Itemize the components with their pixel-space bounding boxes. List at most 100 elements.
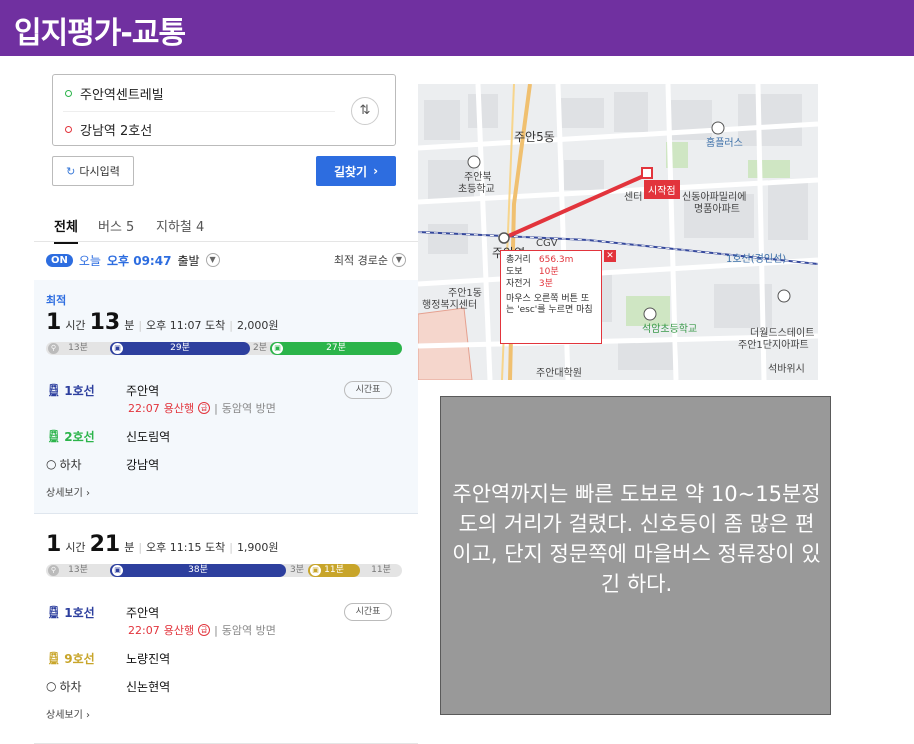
tab-subway[interactable]: 지하철 4 [156,216,204,235]
route-input-box: 주안역센트레빌 강남역 2호선 ⇅ [52,74,396,146]
line9-segment: ▣ 11분 [308,564,360,577]
segment-label: 11분 [371,565,391,575]
segment-label: 3분 [289,565,304,575]
leg-exit: ○ 하차 신논현역 [46,676,406,696]
leg-line9: 🚆︎ 9호선 노량진역 [46,648,406,668]
walk-icon: ⚲ [48,565,59,576]
best-badge: 최적 [46,294,67,307]
walk-segment: ⚲ 13분 [46,564,110,577]
info-key: 총거리 [506,255,531,265]
duration-minutes: 21 [89,532,121,557]
line-name: 2호선 [64,429,95,444]
leg-subinfo: 22:07 용산행 급 | 동암역 방면 [128,400,276,416]
route-search-panel: 주안역센트레빌 강남역 2호선 ⇅ ↻ 다시입력 길찾기 › 전체 버스 5 지… [34,64,418,744]
info-row-total: 총거리 656.3m [506,254,596,266]
line2-segment: ▣ 27분 [270,342,402,355]
time-bar: ⚲ 13분 ▣ 38분 3분 ▣ 11분 11분 [46,564,402,577]
hours-unit: 시간 [65,319,86,332]
note-box: 주안역까지는 빠른 도보로 약 10~15분정도의 거리가 걸렸다. 신호등이 … [440,396,831,715]
separator: | [229,541,233,554]
fare: 2,000원 [236,319,279,332]
train-icon: 🚆︎ [46,605,62,619]
route-card-2[interactable]: 1 시간 21 분 | 오후 11:15 도착 | 1,900원 ⚲ 13분 ▣ 3… [34,524,418,744]
start-point-tag: 시작점 [644,180,680,199]
detail-link[interactable]: 상세보기 › [46,706,90,721]
train-icon: 🚆︎ [46,651,62,665]
detail-label: 상세보기 [46,710,83,721]
info-row-bike: 자전거 3분 [506,278,596,290]
map-view[interactable]: 주안5동 홈플러스 주안북 초등학교 신동아파밀리에 명품아파트 센터 CGV … [418,84,818,380]
segment-label: 38분 [188,565,208,575]
route-summary: 1 시간 21 분 | 오후 11:15 도착 | 1,900원 [46,532,279,557]
map-label-school2: 석암초등학교 [642,324,698,335]
leg-line2: 🚆︎ 2호선 신도림역 [46,426,406,446]
chevron-right-icon: › [373,164,379,178]
sub-time: 22:07 [128,623,160,637]
timetable-button[interactable]: 시간표 [344,603,392,621]
find-route-button[interactable]: 길찾기 › [316,156,396,186]
origin-dot-icon [65,89,72,97]
tab-bus[interactable]: 버스 5 [98,216,134,235]
detail-link[interactable]: 상세보기 › [46,484,90,499]
sub-direction: 용산행 [163,624,195,637]
map-label-apt2b: 주안1단지아파트 [738,340,809,351]
departure-today: 오늘 [78,253,101,268]
train-icon: ▣ [272,343,283,354]
map-label-center-b: 행정복지센터 [422,300,478,311]
info-value: 656.3m [538,255,574,265]
station-name: 강남역 [126,457,160,472]
info-value: 10분 [538,267,559,277]
departure-time[interactable]: 오후 09:47 [107,252,171,269]
walk-segment: 3분 [286,564,308,577]
leg-line-label: ○ 하차 [46,456,126,473]
departure-suffix: 출발 [177,253,200,268]
separator: | [214,401,218,415]
leg-subinfo: 22:07 용산행 급 | 동암역 방면 [128,622,276,638]
leg-line-label: 🚆︎ 1호선 [46,604,126,621]
sub-direction: 용산행 [163,402,195,415]
tab-all[interactable]: 전체 [54,216,78,244]
timetable-button[interactable]: 시간표 [344,381,392,399]
reset-button[interactable]: ↻ 다시입력 [52,156,134,186]
leg-line-label: ○ 하차 [46,678,126,695]
destination-field[interactable]: 강남역 2호선 [65,119,152,139]
station-name: 신논현역 [126,679,171,694]
close-icon[interactable]: ✕ [604,250,616,262]
map-label-univ: 주안대학원 [536,368,582,379]
leg-exit: ○ 하차 강남역 [46,454,406,474]
sort-dropdown[interactable]: 최적 경로순 ▼ [334,252,406,268]
route-tabs: 전체 버스 5 지하철 4 [34,206,418,244]
map-label-apt1b: 명품아파트 [694,204,740,215]
departure-time-value: 오후 09:47 [106,253,172,268]
express-badge: 급 [198,402,211,414]
chevron-down-icon[interactable]: ▼ [205,253,220,267]
route-card-1[interactable]: 최적 1 시간 13 분 | 오후 11:07 도착 | 2,000원 ⚲ 13분… [34,280,418,514]
distance-info-box: 총거리 656.3m 도보 10분 자전거 3분 마우스 오른쪽 버튼 또는 '… [500,250,602,344]
train-icon: 🚆︎ [46,429,62,443]
exit-circle-icon: ○ [46,457,57,471]
swap-icon[interactable]: ⇅ [351,97,379,125]
duration-minutes: 13 [89,310,121,335]
route-summary: 1 시간 13 분 | 오후 11:07 도착 | 2,000원 [46,310,279,335]
title-bar: 입지평가-교통 [0,0,914,56]
detail-label: 상세보기 [46,488,83,499]
map-label-dong: 주안5동 [514,130,555,144]
sort-label: 최적 경로순 [333,254,388,267]
separator: | [229,319,233,332]
exit-circle-icon: ○ [46,679,57,693]
origin-field[interactable]: 주안역센트레빌 [65,83,164,103]
on-toggle[interactable]: ON [46,253,73,267]
line1-segment: ▣ 29분 [110,342,250,355]
page-title: 입지평가-교통 [14,16,186,51]
station-name: 주안역 [126,383,160,398]
hours-unit: 시간 [65,541,86,554]
leg-line-label: 🚆︎ 9호선 [46,650,126,667]
segment-label: 29분 [170,343,190,353]
info-hint: 마우스 오른쪽 버튼 또는 'esc'를 누르면 마침 [506,294,593,315]
segment-label: 13분 [68,343,88,353]
train-icon: ▣ [310,565,321,576]
walk-segment: ⚲ 13분 [46,342,110,355]
line-name: 하차 [59,457,82,472]
walk-segment: 11분 [360,564,402,577]
sub-next: 동암역 방면 [221,624,276,637]
